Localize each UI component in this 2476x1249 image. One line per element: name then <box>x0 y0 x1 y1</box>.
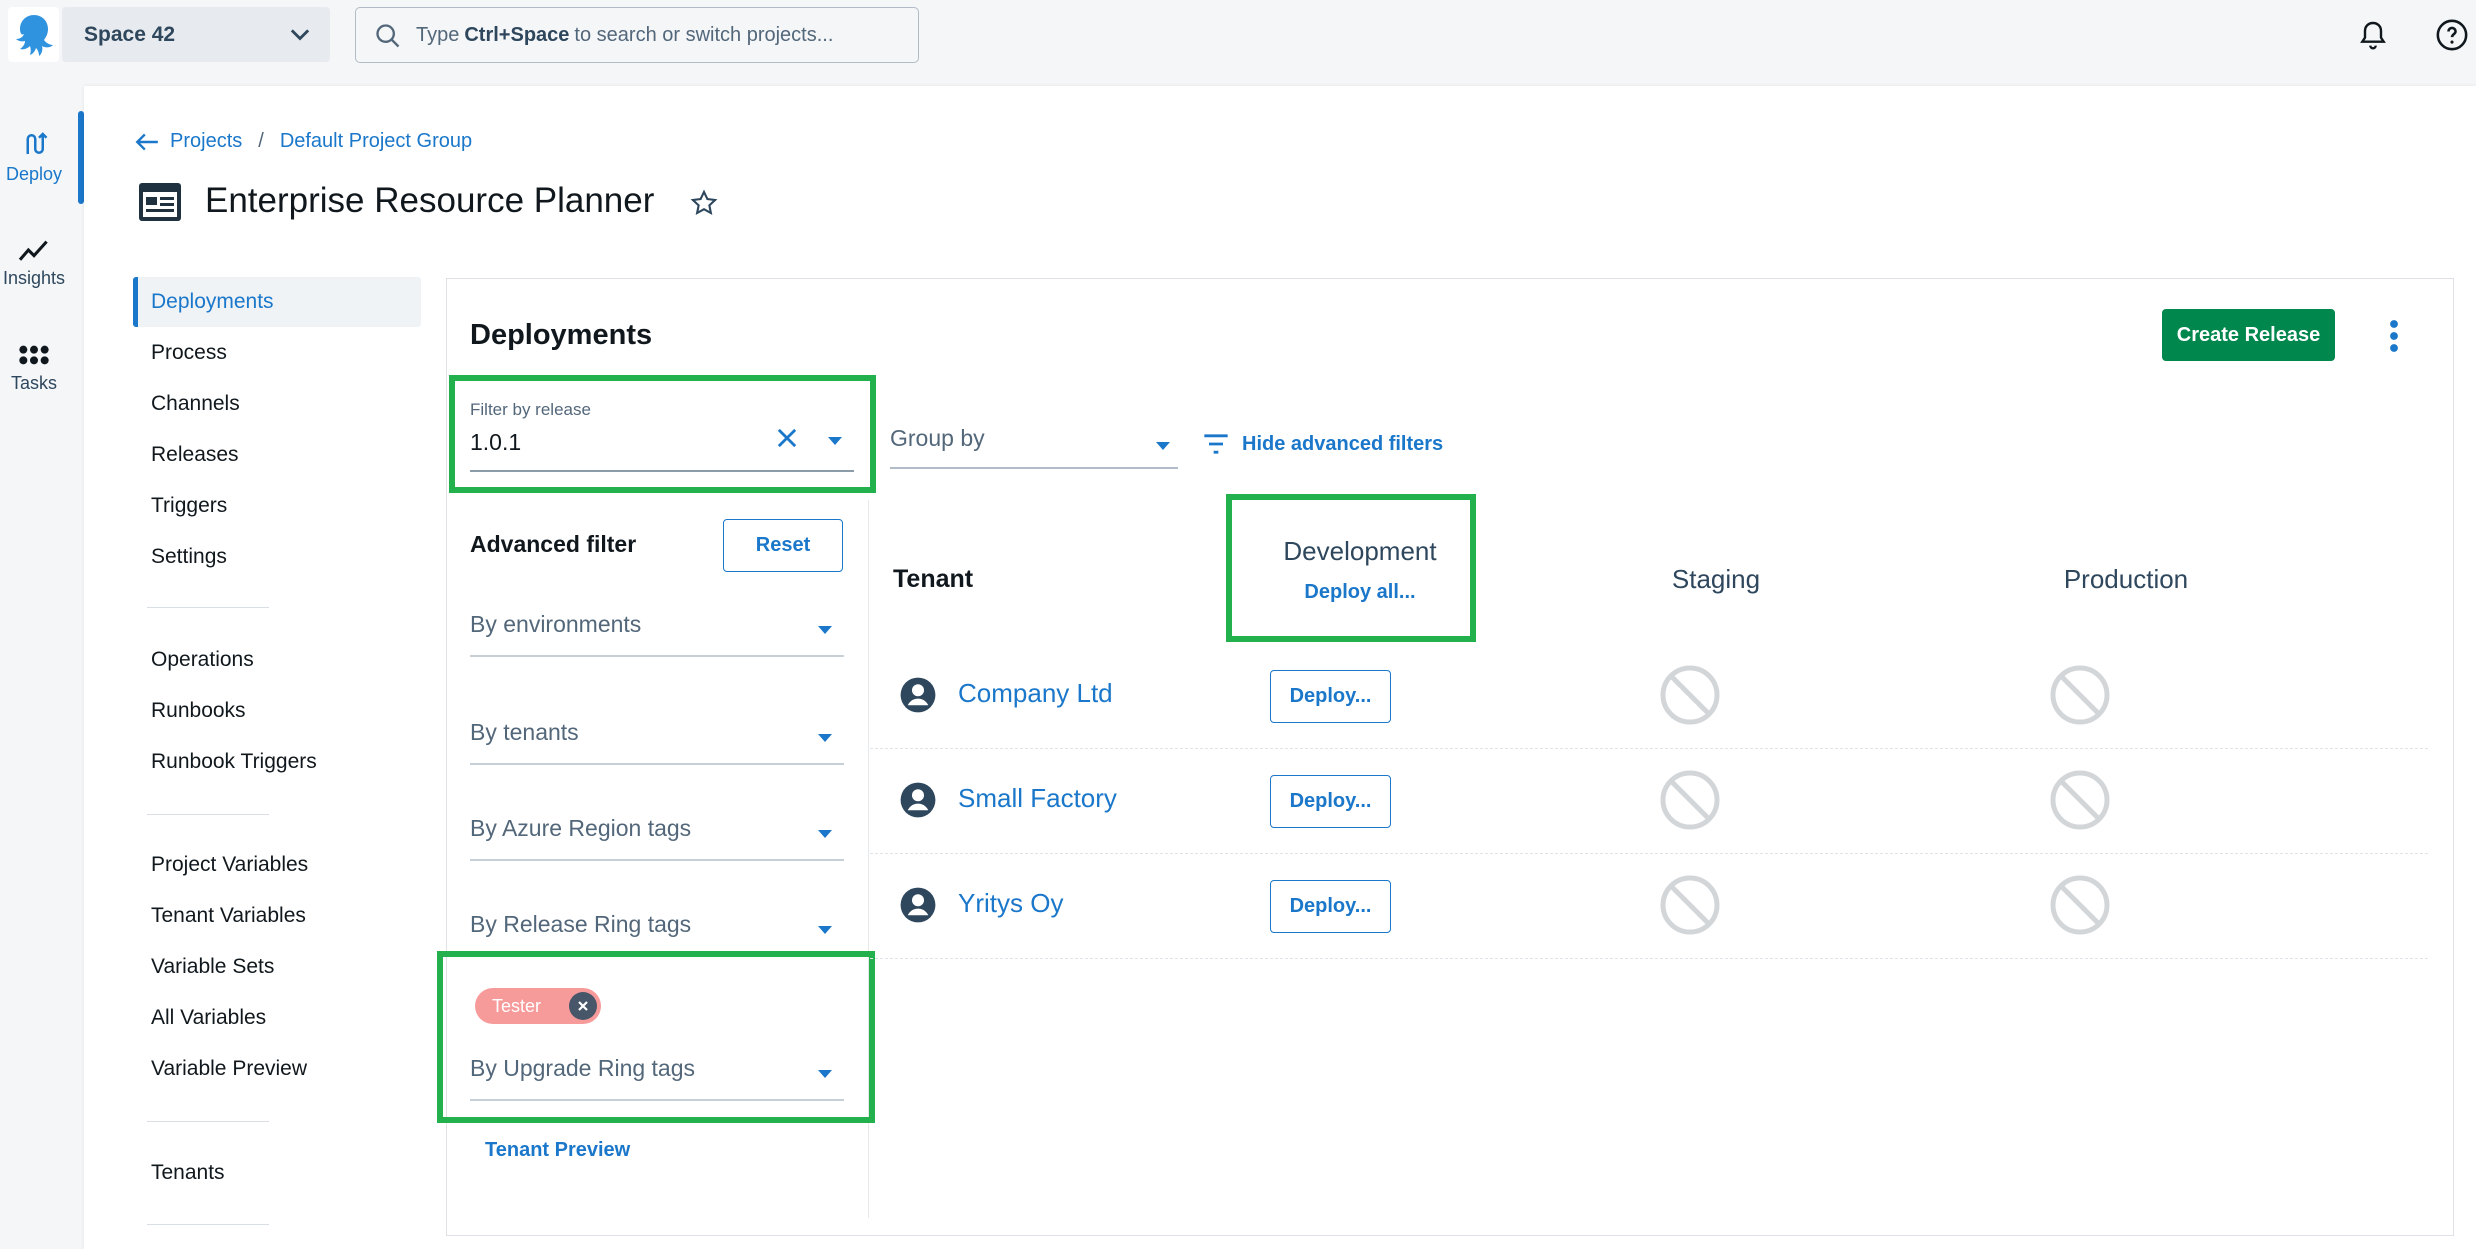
nav-channels[interactable]: Channels <box>133 379 421 429</box>
search-suffix: to search or switch projects... <box>574 23 834 46</box>
tasks-grid-icon <box>19 345 49 365</box>
nav-all-variables[interactable]: All Variables <box>133 993 421 1043</box>
breadcrumb: Projects / Default Project Group <box>134 130 472 153</box>
create-release-button[interactable]: Create Release <box>2162 309 2335 361</box>
not-allowed-icon <box>1660 770 1720 830</box>
highlight-upgrade-ring-filter <box>437 951 875 1123</box>
dropdown-arrow-icon <box>1156 442 1170 450</box>
more-options-icon[interactable] <box>2384 318 2404 354</box>
search-input[interactable]: Type Ctrl+Space to search or switch proj… <box>355 7 919 63</box>
dropdown-arrow-icon <box>818 926 832 934</box>
table-row: Small Factory Deploy... <box>870 749 2428 854</box>
star-icon[interactable] <box>690 189 718 217</box>
nav-runbook-triggers[interactable]: Runbook Triggers <box>133 737 421 787</box>
hide-advanced-filters-label: Hide advanced filters <box>1242 432 1444 455</box>
tenants-filter-select[interactable]: By tenants <box>470 719 844 765</box>
breadcrumb-separator: / <box>258 130 264 152</box>
chevron-down-icon <box>290 29 310 41</box>
nav-releases[interactable]: Releases <box>133 430 421 480</box>
nav-variable-sets[interactable]: Variable Sets <box>133 942 421 992</box>
not-allowed-icon <box>2050 665 2110 725</box>
nav-runbooks[interactable]: Runbooks <box>133 686 421 736</box>
rail-item-insights[interactable]: Insights <box>0 236 68 289</box>
tenant-avatar-icon <box>900 782 936 818</box>
top-bar: Space 42 Type Ctrl+Space to search or sw… <box>0 0 2476 70</box>
page-title: Enterprise Resource Planner <box>205 181 655 220</box>
select-label: By environments <box>470 611 642 637</box>
azure-region-tags-select[interactable]: By Azure Region tags <box>470 815 844 861</box>
nav-settings[interactable]: Settings <box>133 532 421 582</box>
nav-tenant-variables[interactable]: Tenant Variables <box>133 891 421 941</box>
nav-deployments[interactable]: Deployments <box>133 277 421 327</box>
deployments-title: Deployments <box>470 319 653 351</box>
search-prefix: Type <box>416 23 460 46</box>
hide-advanced-filters-link[interactable]: Hide advanced filters <box>1202 432 1443 456</box>
nav-variable-preview[interactable]: Variable Preview <box>133 1044 421 1094</box>
nav-process[interactable]: Process <box>133 328 421 378</box>
dropdown-arrow-icon <box>818 734 832 742</box>
table-row: Yritys Oy Deploy... <box>870 854 2428 959</box>
highlight-development-column <box>1226 494 1476 642</box>
rail-item-label: Tasks <box>10 373 57 393</box>
env-header-production: Production <box>2063 564 2189 594</box>
bell-icon[interactable] <box>2357 18 2389 52</box>
row-divider <box>870 958 2428 959</box>
nav-divider <box>147 814 269 815</box>
tenant-column-header: Tenant <box>893 565 974 593</box>
deploy-button[interactable]: Deploy... <box>1270 775 1391 828</box>
insights-chart-icon <box>18 240 48 261</box>
tenant-preview-link[interactable]: Tenant Preview <box>485 1139 630 1162</box>
rail-item-tasks[interactable]: Tasks <box>0 341 68 394</box>
not-allowed-icon <box>2050 875 2110 935</box>
dropdown-arrow-icon <box>818 626 832 634</box>
filter-icon <box>1204 434 1228 454</box>
help-icon[interactable] <box>2435 18 2469 52</box>
highlight-release-filter <box>449 375 876 493</box>
nav-tenants[interactable]: Tenants <box>133 1148 421 1198</box>
rail-item-label: Insights <box>2 268 66 288</box>
nav-operations[interactable]: Operations <box>133 635 421 685</box>
deploy-icon <box>26 132 48 154</box>
not-allowed-icon <box>2050 770 2110 830</box>
breadcrumb-projects-link[interactable]: Projects <box>170 130 242 153</box>
env-header-staging: Staging <box>1671 564 1761 594</box>
search-icon <box>376 24 400 48</box>
tenant-name-link[interactable]: Company Ltd <box>958 678 1113 709</box>
nav-triggers[interactable]: Triggers <box>133 481 421 531</box>
space-name: Space 42 <box>84 22 176 46</box>
environments-filter-select[interactable]: By environments <box>470 611 844 657</box>
rail-item-label: Deploy <box>5 164 63 184</box>
search-shortcut: Ctrl+Space <box>464 23 570 46</box>
tenant-name-link[interactable]: Small Factory <box>958 783 1117 814</box>
arrow-left-icon[interactable] <box>134 131 160 153</box>
reset-button[interactable]: Reset <box>723 519 843 572</box>
select-label: By tenants <box>470 719 579 745</box>
nav-project-variables[interactable]: Project Variables <box>133 840 421 890</box>
tenant-avatar-icon <box>900 887 936 923</box>
group-by-select[interactable]: Group by <box>890 425 1178 469</box>
rail-item-deploy[interactable]: Deploy <box>0 128 68 185</box>
deploy-button[interactable]: Deploy... <box>1270 670 1391 723</box>
breadcrumb-group-link[interactable]: Default Project Group <box>280 130 472 153</box>
advanced-filter-title: Advanced filter <box>470 531 637 557</box>
not-allowed-icon <box>1660 875 1720 935</box>
tenant-avatar-icon <box>900 677 936 713</box>
table-row: Company Ltd Deploy... <box>870 644 2428 749</box>
project-logo-icon <box>139 183 181 221</box>
select-label: By Release Ring tags <box>470 911 692 937</box>
group-by-label: Group by <box>890 425 985 451</box>
space-selector[interactable]: Space 42 <box>62 7 330 62</box>
octopus-logo-icon[interactable] <box>8 7 59 62</box>
tenant-name-link[interactable]: Yritys Oy <box>958 888 1063 919</box>
select-label: By Azure Region tags <box>470 815 692 841</box>
nav-divider <box>147 1121 269 1122</box>
nav-divider <box>147 1224 269 1225</box>
dropdown-arrow-icon <box>818 830 832 838</box>
deploy-button[interactable]: Deploy... <box>1270 880 1391 933</box>
not-allowed-icon <box>1660 665 1720 725</box>
nav-divider <box>147 607 269 608</box>
